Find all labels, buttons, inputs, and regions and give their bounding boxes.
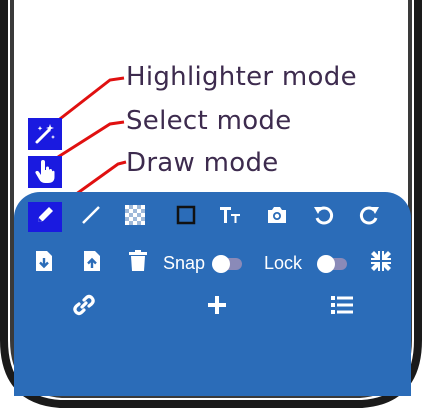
snap-label: Snap — [163, 253, 206, 273]
undo-icon — [313, 204, 335, 231]
lock-label: Lock — [264, 253, 303, 273]
add-button[interactable] — [202, 292, 232, 322]
hand-pointer-icon — [34, 160, 56, 184]
compress-icon — [370, 250, 392, 277]
line-tool-button[interactable] — [76, 202, 106, 232]
rectangle-tool-button[interactable] — [171, 202, 201, 232]
snap-toggle[interactable] — [212, 255, 242, 273]
camera-icon — [266, 205, 288, 230]
delete-button[interactable] — [124, 248, 152, 278]
select-mode-button[interactable] — [28, 156, 62, 188]
upload-button[interactable] — [78, 248, 106, 278]
annotation-highlighter-mode: Highlighter mode — [126, 62, 357, 92]
redo-icon — [358, 204, 380, 231]
draw-mode-button[interactable] — [28, 202, 62, 232]
pencil-icon — [35, 205, 55, 230]
file-download-icon — [35, 250, 53, 277]
lock-toggle-knob — [317, 255, 335, 273]
redo-button[interactable] — [354, 202, 384, 232]
fill-pattern-button[interactable] — [120, 202, 150, 232]
file-upload-icon — [83, 250, 101, 277]
collapse-button[interactable] — [366, 248, 396, 278]
rectangle-icon — [176, 205, 196, 230]
line-icon — [81, 205, 101, 230]
annotation-draw-mode: Draw mode — [126, 148, 279, 178]
link-icon — [73, 294, 95, 321]
trash-icon — [128, 249, 148, 277]
snap-toggle-knob — [212, 255, 230, 273]
link-button[interactable] — [69, 292, 99, 322]
undo-button[interactable] — [309, 202, 339, 232]
download-button[interactable] — [30, 248, 58, 278]
list-button[interactable] — [327, 292, 357, 322]
screenshot-button[interactable] — [262, 202, 292, 232]
lock-toggle[interactable] — [317, 255, 347, 273]
plus-icon — [206, 294, 228, 321]
magic-wand-icon — [34, 123, 56, 145]
checkerboard-icon — [125, 204, 145, 230]
text-tool-button[interactable] — [215, 202, 245, 232]
highlighter-mode-button[interactable] — [28, 118, 62, 150]
text-size-icon — [219, 205, 241, 230]
annotation-select-mode: Select mode — [126, 106, 292, 136]
list-icon — [331, 295, 353, 320]
toolbar-panel: Snap Lock — [14, 192, 411, 396]
